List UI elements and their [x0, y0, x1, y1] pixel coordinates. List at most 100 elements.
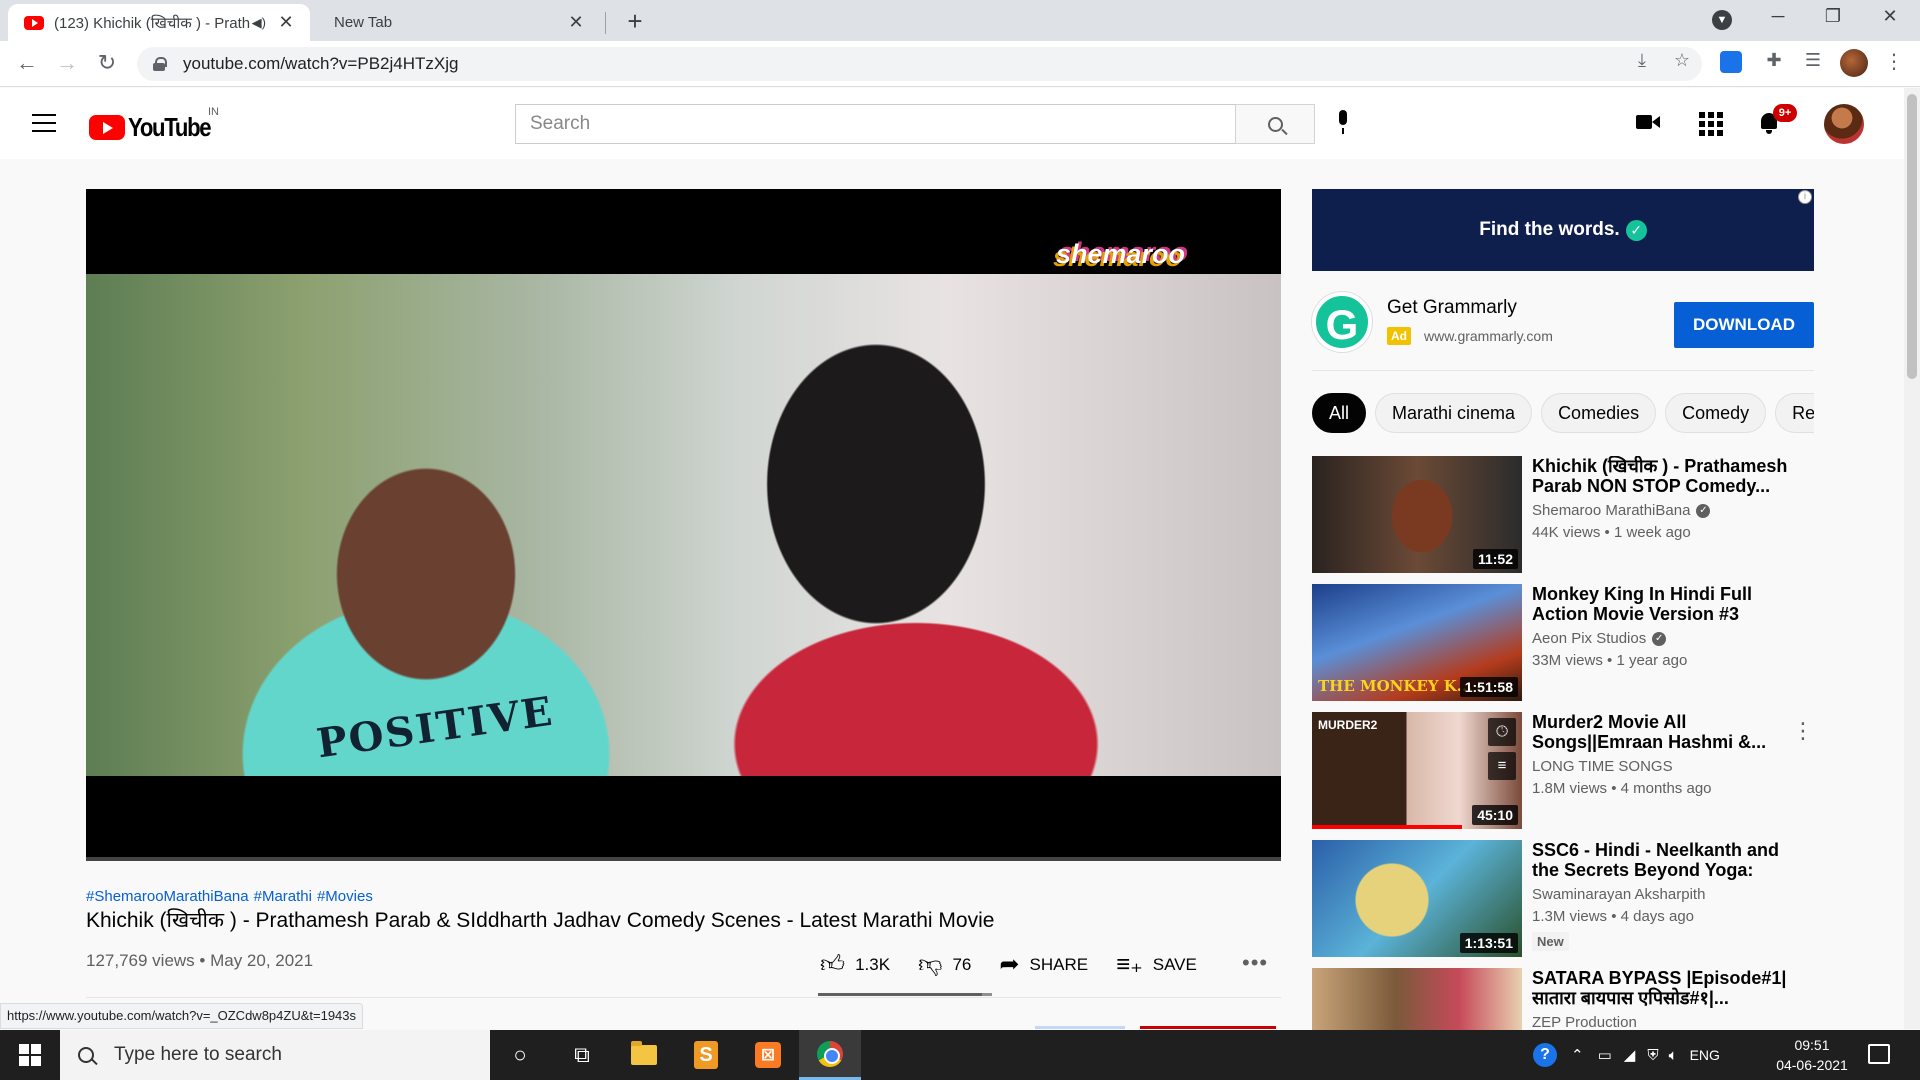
like-count: 1.3K: [855, 954, 891, 974]
search-input[interactable]: Search: [515, 104, 1235, 144]
ad-badge: Ad: [1387, 327, 1411, 345]
bookmark-star-icon[interactable]: ☆: [1668, 50, 1696, 71]
volume-icon[interactable]: 🔈︎: [1669, 1047, 1678, 1064]
chevron-up-icon[interactable]: ⌃: [1571, 1046, 1584, 1064]
subscribe-button-edge[interactable]: [1140, 1026, 1276, 1029]
cortana-circle-icon[interactable]: ○: [489, 1030, 551, 1080]
hashtag-link[interactable]: #Movies: [317, 888, 373, 905]
recommended-video[interactable]: MURDER2 🕓︎ ≡ 45:10 Murder2 Movie All Son…: [1312, 712, 1824, 840]
recommended-video[interactable]: 11:52 Khichik (खिचीक ) - Prathamesh Para…: [1312, 456, 1824, 584]
xampp-button[interactable]: ⊠: [737, 1030, 799, 1080]
video-thumbnail[interactable]: THE MONKEY K... 1:51:58: [1312, 584, 1522, 701]
speaker-icon[interactable]: ◀): [252, 15, 266, 31]
tab-youtube[interactable]: (123) Khichik (खिचीक ) - Prath ◀) ✕: [8, 4, 310, 41]
address-bar[interactable]: youtube.com/watch?v=PB2j4HTzXjg: [137, 47, 1702, 81]
search-icon: [78, 1047, 94, 1063]
tab-search-icon[interactable]: ▼: [1712, 10, 1732, 30]
like-button[interactable]: 👍︎ 1.3K: [820, 951, 890, 979]
close-tab-icon[interactable]: ✕: [566, 12, 586, 33]
views-and-age: 1.3M views • 4 days ago: [1532, 908, 1694, 925]
sublime-text-button[interactable]: S: [675, 1030, 737, 1080]
lock-icon[interactable]: [153, 57, 167, 71]
duration-badge: 1:51:58: [1459, 677, 1518, 697]
like-dislike-ratio-bar: [818, 993, 992, 996]
scrollbar-thumb[interactable]: [1907, 94, 1917, 379]
browser-profile-avatar[interactable]: [1840, 49, 1868, 77]
puzzle-extensions-icon[interactable]: ✚: [1760, 50, 1788, 71]
youtube-logo[interactable]: YouTube: [89, 112, 225, 143]
grammarly-logo: G: [1312, 292, 1372, 352]
watched-progress-bar: [1312, 825, 1462, 829]
minimize-button[interactable]: ─: [1758, 6, 1798, 27]
video-thumbnail[interactable]: MURDER2 🕓︎ ≡ 45:10: [1312, 712, 1522, 829]
battery-icon[interactable]: ▭: [1598, 1046, 1612, 1064]
action-center-icon[interactable]: [1868, 1044, 1890, 1064]
restore-button[interactable]: ❐: [1813, 6, 1853, 27]
account-avatar[interactable]: [1824, 104, 1864, 144]
channel-name[interactable]: LONG TIME SONGS: [1532, 758, 1673, 775]
download-button[interactable]: DOWNLOAD: [1674, 302, 1814, 348]
page-scrollbar[interactable]: [1904, 88, 1920, 1029]
close-tab-icon[interactable]: ✕: [276, 12, 296, 33]
install-app-icon[interactable]: ⤓: [1628, 50, 1656, 71]
duration-badge: 1:13:51: [1459, 933, 1518, 953]
recommended-title: SSC6 - Hindi - Neelkanth and the Secrets…: [1532, 840, 1780, 880]
thumbs-up-icon: 👍︎: [820, 950, 846, 978]
tab-new-tab[interactable]: New Tab ✕: [310, 4, 600, 41]
dislike-button[interactable]: 👎︎ 76: [918, 951, 971, 979]
security-icon[interactable]: ⛨: [1647, 1047, 1658, 1064]
back-arrow-icon[interactable]: ←: [12, 50, 42, 76]
file-explorer-button[interactable]: [613, 1030, 675, 1080]
microphone-icon[interactable]: [1335, 110, 1351, 136]
channel-name[interactable]: Swaminarayan Aksharpith: [1532, 886, 1705, 903]
extension-icon[interactable]: [1720, 51, 1742, 73]
channel-name[interactable]: ZEP Production: [1532, 1014, 1637, 1031]
new-tab-button[interactable]: +: [620, 6, 650, 37]
chrome-taskbar-button[interactable]: [799, 1030, 861, 1080]
join-button-edge[interactable]: [1035, 1026, 1125, 1029]
chip-all[interactable]: All: [1312, 393, 1367, 433]
channel-name[interactable]: Aeon Pix Studios ✓: [1532, 630, 1667, 647]
video-thumbnail[interactable]: 1:13:51: [1312, 840, 1522, 957]
start-button[interactable]: [0, 1030, 60, 1080]
channel-name[interactable]: Shemaroo MarathiBana ✓: [1532, 502, 1711, 519]
taskbar-search-box[interactable]: Type here to search: [60, 1030, 490, 1080]
recommended-video[interactable]: 1:13:51 SSC6 - Hindi - Neelkanth and the…: [1312, 840, 1824, 968]
recommended-title: Murder2 Movie All Songs||Emraan Hashmi &…: [1532, 712, 1767, 752]
watch-later-clock-icon[interactable]: 🕓︎: [1488, 718, 1516, 746]
more-actions-icon[interactable]: •••: [1242, 950, 1268, 976]
browser-menu-icon[interactable]: ⋮: [1884, 49, 1904, 74]
chip-comedy[interactable]: Comedy: [1665, 393, 1767, 433]
apps-grid-icon[interactable]: [1697, 110, 1723, 136]
add-to-queue-icon[interactable]: ≡: [1488, 752, 1516, 780]
hamburger-menu-icon[interactable]: [32, 114, 56, 132]
taskbar-clock[interactable]: 09:51 04-06-2021: [1772, 1035, 1852, 1075]
chip-comedies[interactable]: Comedies: [1541, 393, 1657, 433]
language-indicator[interactable]: ENG: [1690, 1047, 1720, 1063]
video-thumbnail[interactable]: 11:52: [1312, 456, 1522, 573]
ad-info-icon[interactable]: i: [1798, 190, 1812, 204]
close-window-button[interactable]: ✕: [1870, 6, 1910, 27]
create-video-icon[interactable]: [1636, 110, 1662, 136]
hashtag-link[interactable]: #Marathi: [254, 888, 312, 905]
recommended-video[interactable]: THE MONKEY K... 1:51:58 Monkey King In H…: [1312, 584, 1824, 712]
media-control-icon[interactable]: ☰: [1799, 50, 1827, 71]
chip-marathi-cinema[interactable]: Marathi cinema: [1375, 393, 1533, 433]
network-icon[interactable]: ◢: [1624, 1046, 1636, 1064]
reload-icon[interactable]: ↻: [92, 50, 122, 76]
help-icon[interactable]: ?: [1533, 1043, 1557, 1067]
chip-related[interactable]: Rel: [1775, 393, 1814, 433]
ad-banner[interactable]: Find the words. ✓: [1312, 189, 1814, 271]
video-progress-bar[interactable]: [86, 857, 1281, 861]
divider: [1312, 370, 1814, 371]
video-player[interactable]: POSITIVE shemaroo: [86, 189, 1281, 861]
divider: [86, 997, 1281, 998]
search-button[interactable]: [1235, 104, 1315, 144]
share-button[interactable]: ➦ SHARE: [999, 950, 1088, 979]
save-button[interactable]: ≡₊ SAVE: [1116, 950, 1197, 979]
task-view-icon[interactable]: ⧉: [551, 1030, 613, 1080]
ad-card[interactable]: G Get Grammarly Ad www.grammarly.com DOW…: [1312, 283, 1814, 370]
more-options-icon[interactable]: ⋮: [1792, 718, 1814, 744]
forward-arrow-icon[interactable]: →: [52, 50, 82, 76]
hashtag-link[interactable]: #ShemarooMarathiBana: [86, 888, 249, 905]
